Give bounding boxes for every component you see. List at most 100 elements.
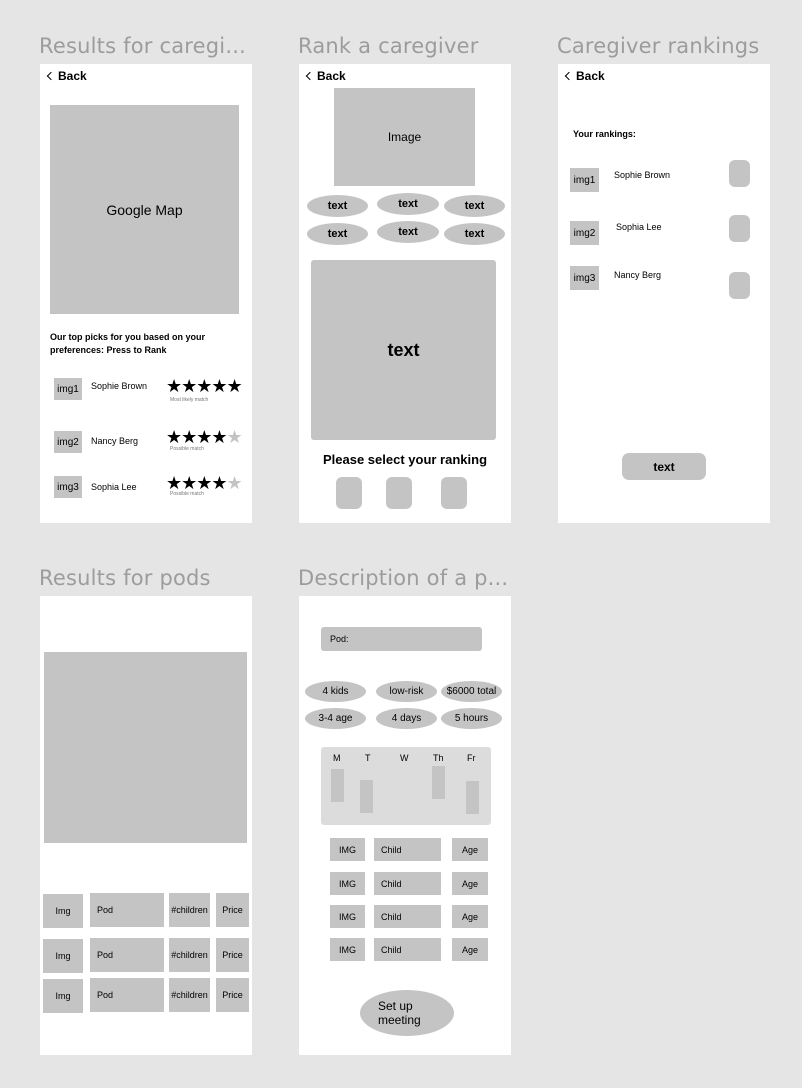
rating-stars[interactable]: ★★★★★ [166,474,243,492]
back-button[interactable]: Back [563,69,605,83]
info-chip: text [444,195,505,217]
child-image: IMG [330,872,365,895]
day-label: W [400,753,409,763]
pod-image[interactable]: Img [43,894,83,928]
pod-name[interactable]: Pod [90,893,164,927]
info-chip: text [307,223,368,245]
weekly-schedule: M T W Th Fr [321,747,491,825]
child-age: Age [452,872,488,895]
pod-chip: 3-4 age [305,708,366,729]
child-age: Age [452,838,488,861]
caregiver-image: img3 [570,266,599,290]
pod-children: #children [169,893,210,927]
description-panel: text [311,260,496,440]
screen-title-pod-description: Description of a p... [298,566,509,590]
caregiver-image: img2 [570,221,599,245]
child-image: IMG [330,905,365,928]
match-caption: Most likely match [170,397,209,403]
back-button[interactable]: Back [304,69,346,83]
back-label: Back [576,69,605,83]
ranking-option-1[interactable] [336,477,362,509]
caregiver-image[interactable]: img2 [54,431,82,453]
match-caption: Possible match [170,446,204,452]
caregiver-name[interactable]: Sophia Lee [91,482,137,492]
caregiver-image: img1 [570,168,599,192]
caregiver-name[interactable]: Nancy Berg [91,436,138,446]
pod-price: Price [216,893,249,927]
top-picks-text: Our top picks for you based on your pref… [50,332,206,355]
pod-price: Price [216,938,249,972]
ranking-option-2[interactable] [386,477,412,509]
day-label: M [333,753,341,763]
rankings-heading: Your rankings: [573,129,636,139]
screen-title-results-caregivers: Results for caregi... [39,34,246,58]
caregiver-name[interactable]: Sophie Brown [91,381,147,391]
day-label: T [365,753,371,763]
schedule-block [432,766,445,799]
map-label: Google Map [106,201,183,218]
pod-chip: 4 days [376,708,437,729]
pod-price: Price [216,978,249,1012]
child-name: Child [374,872,441,895]
rank-slot[interactable] [729,160,750,187]
screen-title-results-pods: Results for pods [39,566,211,590]
pod-chip: $6000 total [441,681,502,702]
child-image: IMG [330,938,365,961]
caregiver-image[interactable]: img1 [54,378,82,400]
chevron-left-icon [564,71,574,81]
child-name: Child [374,838,441,861]
pod-chip: 4 kids [305,681,366,702]
day-label: Th [433,753,444,763]
info-chip: text [377,221,439,243]
chevron-left-icon [46,71,56,81]
chevron-left-icon [305,71,315,81]
child-name: Child [374,938,441,961]
rank-slot[interactable] [729,272,750,299]
child-name: Child [374,905,441,928]
pod-name[interactable]: Pod [90,978,164,1012]
pod-image[interactable]: Img [43,939,83,973]
rank-caregiver-screen: Back Image text text text text text text… [299,64,511,523]
pod-children: #children [169,978,210,1012]
rating-stars[interactable]: ★★★★★ [166,377,243,395]
screen-title-rank-caregiver: Rank a caregiver [298,34,479,58]
rankings-action-button[interactable]: text [622,453,706,480]
caregiver-name: Sophie Brown [614,170,671,180]
ranking-option-3[interactable] [441,477,467,509]
google-map[interactable]: Google Map [50,105,239,314]
info-chip: text [444,223,505,245]
caregiver-image[interactable]: img3 [54,476,82,498]
child-age: Age [452,938,488,961]
results-caregivers-screen: Back Google Map Our top picks for you ba… [40,64,252,523]
caregiver-name: Sophia Lee [616,222,662,232]
caregiver-rankings-screen: Back Your rankings: img1 Sophie Brown im… [558,64,770,523]
back-label: Back [317,69,346,83]
schedule-block [360,780,373,813]
pods-map[interactable] [44,652,247,843]
select-ranking-text: Please select your ranking [322,452,488,467]
back-label: Back [58,69,87,83]
setup-meeting-button[interactable]: Set up meeting [360,990,454,1036]
pod-children: #children [169,938,210,972]
rank-slot[interactable] [729,215,750,242]
pod-name[interactable]: Pod [90,938,164,972]
match-caption: Possible match [170,491,204,497]
info-chip: text [377,193,439,215]
results-pods-screen: Img Pod #children Price Img Pod #childre… [40,596,252,1055]
schedule-block [331,769,344,802]
pod-chip: 5 hours [441,708,502,729]
child-age: Age [452,905,488,928]
pod-name-field: Pod: [321,627,482,651]
caregiver-name: Nancy Berg [614,270,662,280]
caregiver-image: Image [334,88,475,186]
screen-title-caregiver-rankings: Caregiver rankings [557,34,760,58]
back-button[interactable]: Back [45,69,87,83]
pod-description-screen: Pod: 4 kids low-risk $6000 total 3-4 age… [299,596,511,1055]
schedule-block [466,781,479,814]
pod-chip: low-risk [376,681,437,702]
child-image: IMG [330,838,365,861]
day-label: Fr [467,753,476,763]
info-chip: text [307,195,368,217]
pod-image[interactable]: Img [43,979,83,1013]
rating-stars[interactable]: ★★★★★ [166,428,243,446]
